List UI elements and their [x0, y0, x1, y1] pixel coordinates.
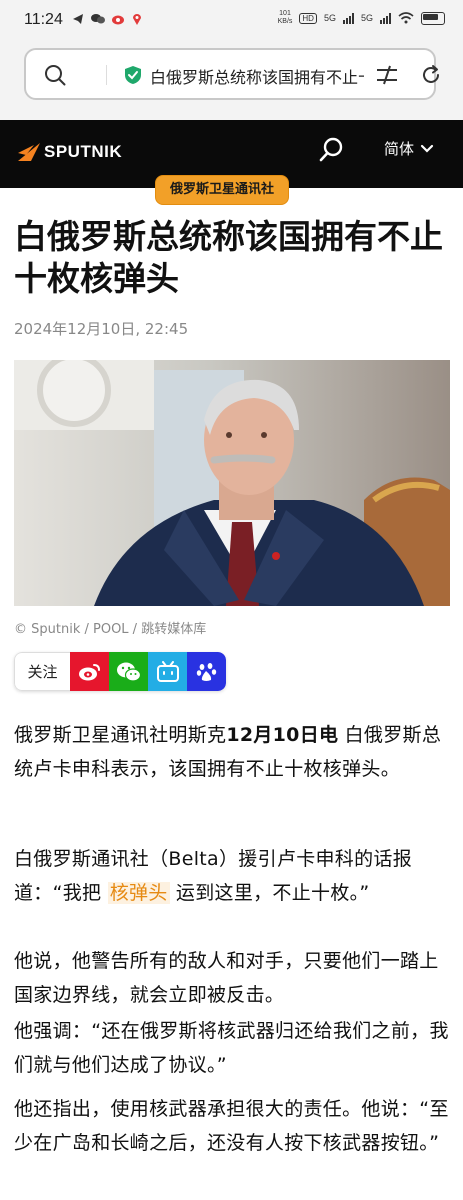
chevron-down-icon [420, 144, 434, 153]
weibo-share-button[interactable] [70, 652, 109, 691]
article-photo[interactable] [14, 360, 450, 606]
telegram-icon [73, 14, 83, 24]
sputnik-logo[interactable]: SPUTNIK [18, 142, 122, 162]
paragraph-3: 他说，他警告所有的敌人和对手，只要他们一踏上国家边界线，就会立即被反击。 [14, 950, 439, 1006]
bilibili-icon [156, 660, 179, 682]
weibo-icon [78, 663, 100, 680]
signal-2-label: 5G [360, 13, 373, 23]
location-icon [133, 14, 141, 25]
wechat-icon [116, 662, 141, 682]
wifi-icon [398, 12, 414, 24]
baidu-share-button[interactable] [187, 652, 226, 691]
signal-2-icon [380, 12, 391, 24]
baidu-paw-icon [196, 662, 216, 681]
weibo-status-icon [112, 15, 124, 25]
secure-shield-icon [125, 66, 141, 84]
url-divider [106, 65, 107, 85]
language-selector[interactable]: 简体 [384, 138, 434, 159]
browser-toolbar: 白俄罗斯总统称该国拥有不止十枚核弹头 [0, 42, 463, 120]
paragraph-1: 俄罗斯卫星通讯社明斯克12月10日电 白俄罗斯总统卢卡申科表示，该国拥有不止十枚… [14, 724, 442, 780]
follow-button[interactable]: 关注 [14, 652, 70, 691]
signal-1-icon [342, 12, 354, 24]
language-label: 简体 [384, 140, 415, 158]
paragraph-4: 他强调：“还在俄罗斯将核武器归还给我们之前，我们就与他们达成了协议。” [14, 1020, 449, 1076]
portrait-illustration [14, 360, 450, 606]
paragraph-2: 白俄罗斯通讯社（Belta）援引卢卡申科的话报道：“我把 核弹头 运到这里，不止… [14, 848, 412, 904]
wechat-share-button[interactable] [109, 652, 148, 691]
chat-icon [91, 14, 105, 24]
logo-text: SPUTNIK [44, 142, 123, 161]
net-speed: 101 KB/s [277, 10, 293, 25]
article-date: 2024年12月10日, 22:45 [14, 320, 189, 338]
notification-icons [72, 13, 142, 25]
status-bar: 11:24 101 KB/s HD 5G 5G [0, 0, 463, 42]
agency-badge[interactable]: 俄罗斯卫星通讯社 [155, 175, 290, 205]
signal-1-label: 5G [323, 13, 336, 23]
filter-icon[interactable] [374, 64, 400, 86]
url-text[interactable]: 白俄罗斯总统称该国拥有不止十枚核弹头 [150, 64, 364, 86]
battery-icon [421, 11, 445, 25]
hd-badge: HD [299, 12, 317, 24]
nuclear-warhead-link[interactable]: 核弹头 [107, 882, 170, 904]
article-headline: 白俄罗斯总统称该国拥有不止十枚核弹头 [14, 217, 443, 298]
photo-caption[interactable]: © Sputnik / POOL / 跳转媒体库 [14, 618, 206, 637]
sputnik-logo-icon [18, 143, 40, 161]
bilibili-share-button[interactable] [148, 652, 187, 691]
share-bar: 关注 [14, 652, 226, 691]
status-right: 101 KB/s HD 5G 5G [278, 10, 445, 26]
search-icon[interactable] [44, 64, 66, 86]
status-time: 11:24 [24, 11, 63, 28]
paragraph-5: 他还指出，使用核武器承担很大的责任。他说：“至少在广岛和长崎之后，还没有人按下核… [14, 1098, 449, 1154]
refresh-icon[interactable] [420, 64, 442, 86]
site-search-icon[interactable] [318, 136, 346, 164]
url-bar[interactable]: 白俄罗斯总统称该国拥有不止十枚核弹头 [24, 48, 439, 100]
